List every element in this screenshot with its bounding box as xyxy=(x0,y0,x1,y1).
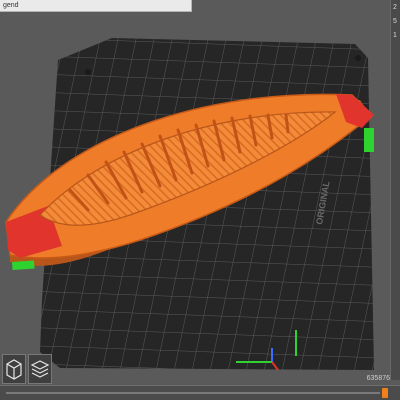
3d-viewport[interactable]: ORIGINAL xyxy=(0,0,400,400)
slider-top-label: 2 xyxy=(393,4,397,11)
slider-track xyxy=(6,392,380,394)
layer-slider-vertical[interactable]: 2 5 1 xyxy=(390,0,400,380)
layers-view-icon[interactable] xyxy=(28,354,52,384)
slider-mid-label: 5 xyxy=(393,18,397,25)
slider-low-label: 1 xyxy=(393,32,397,39)
iso-view-icon[interactable] xyxy=(2,354,26,384)
layer-count-readout: 635876 xyxy=(366,375,390,382)
print-bed-scene: ORIGINAL xyxy=(5,38,374,371)
layer-slider-horizontal[interactable] xyxy=(0,385,400,400)
slider-thumb[interactable] xyxy=(382,388,388,398)
legend-tab[interactable]: gend xyxy=(0,0,192,12)
